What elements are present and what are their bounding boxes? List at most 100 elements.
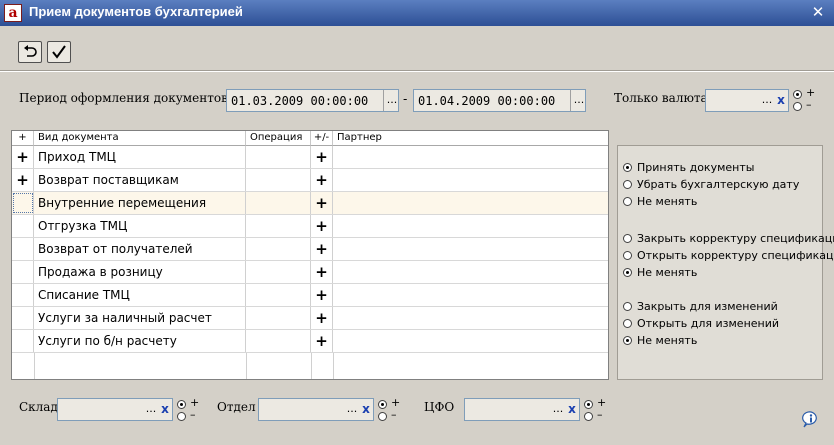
- row-doc-type[interactable]: Услуги за наличный расчет: [34, 307, 246, 329]
- currency-plus-radio[interactable]: [793, 90, 802, 99]
- row-mark[interactable]: [12, 261, 34, 283]
- currency-field[interactable]: ... x: [705, 89, 789, 112]
- row-mark[interactable]: +: [12, 146, 34, 168]
- header-mark[interactable]: +: [12, 131, 34, 146]
- table-row[interactable]: Продажа в розницу +: [12, 261, 608, 284]
- sklad-input[interactable]: [58, 399, 144, 420]
- sklad-picker-button[interactable]: ...: [144, 399, 158, 420]
- option-radio[interactable]: [623, 302, 632, 311]
- row-doc-type[interactable]: Списание ТМЦ: [34, 284, 246, 306]
- info-icon[interactable]: [802, 411, 820, 429]
- table-row[interactable]: Списание ТМЦ +: [12, 284, 608, 307]
- table-row[interactable]: Услуги за наличный расчет +: [12, 307, 608, 330]
- cfo-clear-icon[interactable]: x: [565, 399, 579, 420]
- row-mark[interactable]: [12, 284, 34, 306]
- row-operation[interactable]: [246, 192, 311, 214]
- row-plus-minus[interactable]: +: [311, 215, 333, 237]
- row-plus-minus[interactable]: +: [311, 238, 333, 260]
- row-mark[interactable]: [12, 307, 34, 329]
- row-doc-type[interactable]: Внутренние перемещения: [34, 192, 246, 214]
- row-partner[interactable]: [333, 192, 608, 214]
- sklad-clear-icon[interactable]: x: [158, 399, 172, 420]
- sklad-field[interactable]: ... x: [57, 398, 173, 421]
- table-row[interactable]: + Приход ТМЦ +: [12, 146, 608, 169]
- row-operation[interactable]: [246, 238, 311, 260]
- currency-picker-button[interactable]: ...: [760, 90, 774, 111]
- option-radio[interactable]: [623, 197, 632, 206]
- row-operation[interactable]: [246, 146, 311, 168]
- row-plus-minus[interactable]: +: [311, 330, 333, 352]
- period-from-input[interactable]: [227, 90, 382, 111]
- row-doc-type[interactable]: Продажа в розницу: [34, 261, 246, 283]
- option-radio[interactable]: [623, 251, 632, 260]
- row-operation[interactable]: [246, 307, 311, 329]
- row-partner[interactable]: [333, 261, 608, 283]
- row-doc-type[interactable]: Приход ТМЦ: [34, 146, 246, 168]
- option-radio[interactable]: [623, 234, 632, 243]
- row-partner[interactable]: [333, 330, 608, 352]
- period-to-input[interactable]: [414, 90, 569, 111]
- currency-input[interactable]: [706, 90, 760, 111]
- row-operation[interactable]: [246, 261, 311, 283]
- cfo-minus-option[interactable]: –: [584, 408, 612, 423]
- otdel-plus-radio[interactable]: [378, 400, 387, 409]
- row-plus-minus[interactable]: +: [311, 192, 333, 214]
- apply-button[interactable]: [47, 41, 71, 63]
- row-plus-minus[interactable]: +: [311, 146, 333, 168]
- option-radio[interactable]: [623, 180, 632, 189]
- option-radio[interactable]: [623, 268, 632, 277]
- header-operation[interactable]: Операция: [246, 131, 311, 146]
- row-partner[interactable]: [333, 146, 608, 168]
- row-doc-type[interactable]: Услуги по б/н расчету: [34, 330, 246, 352]
- row-mark[interactable]: [12, 330, 34, 352]
- row-partner[interactable]: [333, 215, 608, 237]
- currency-minus-radio[interactable]: [793, 102, 802, 111]
- row-mark[interactable]: [12, 192, 34, 214]
- cfo-input[interactable]: [465, 399, 551, 420]
- period-to-field[interactable]: ...: [413, 89, 586, 112]
- row-plus-minus[interactable]: +: [311, 169, 333, 191]
- cfo-field[interactable]: ... x: [464, 398, 580, 421]
- option-radio[interactable]: [623, 319, 632, 328]
- otdel-clear-icon[interactable]: x: [359, 399, 373, 420]
- close-icon[interactable]: ✕: [808, 2, 828, 22]
- header-doc-type[interactable]: Вид документа: [34, 131, 246, 146]
- cfo-picker-button[interactable]: ...: [551, 399, 565, 420]
- row-operation[interactable]: [246, 215, 311, 237]
- row-mark[interactable]: [12, 238, 34, 260]
- period-to-picker-button[interactable]: ...: [570, 90, 587, 111]
- row-partner[interactable]: [333, 284, 608, 306]
- cfo-plus-radio[interactable]: [584, 400, 593, 409]
- row-partner[interactable]: [333, 169, 608, 191]
- currency-minus-option[interactable]: –: [793, 98, 821, 113]
- table-row[interactable]: Возврат от получателей +: [12, 238, 608, 261]
- sklad-minus-option[interactable]: –: [177, 408, 205, 423]
- row-partner[interactable]: [333, 307, 608, 329]
- table-row[interactable]: Внутренние перемещения +: [12, 192, 608, 215]
- otdel-minus-option[interactable]: –: [378, 408, 406, 423]
- currency-clear-icon[interactable]: x: [774, 90, 788, 111]
- row-doc-type[interactable]: Возврат поставщикам: [34, 169, 246, 191]
- otdel-input[interactable]: [259, 399, 345, 420]
- otdel-picker-button[interactable]: ...: [345, 399, 359, 420]
- period-from-field[interactable]: ...: [226, 89, 399, 112]
- period-from-picker-button[interactable]: ...: [383, 90, 400, 111]
- header-partner[interactable]: Партнер: [333, 131, 608, 146]
- row-operation[interactable]: [246, 169, 311, 191]
- row-mark[interactable]: +: [12, 169, 34, 191]
- undo-button[interactable]: [18, 41, 42, 63]
- row-mark[interactable]: [12, 215, 34, 237]
- option-radio[interactable]: [623, 336, 632, 345]
- row-operation[interactable]: [246, 284, 311, 306]
- row-doc-type[interactable]: Возврат от получателей: [34, 238, 246, 260]
- sklad-plus-radio[interactable]: [177, 400, 186, 409]
- otdel-minus-radio[interactable]: [378, 412, 387, 421]
- row-plus-minus[interactable]: +: [311, 284, 333, 306]
- sklad-minus-radio[interactable]: [177, 412, 186, 421]
- row-plus-minus[interactable]: +: [311, 307, 333, 329]
- row-operation[interactable]: [246, 330, 311, 352]
- row-plus-minus[interactable]: +: [311, 261, 333, 283]
- table-row[interactable]: Отгрузка ТМЦ +: [12, 215, 608, 238]
- table-row[interactable]: + Возврат поставщикам +: [12, 169, 608, 192]
- cfo-minus-radio[interactable]: [584, 412, 593, 421]
